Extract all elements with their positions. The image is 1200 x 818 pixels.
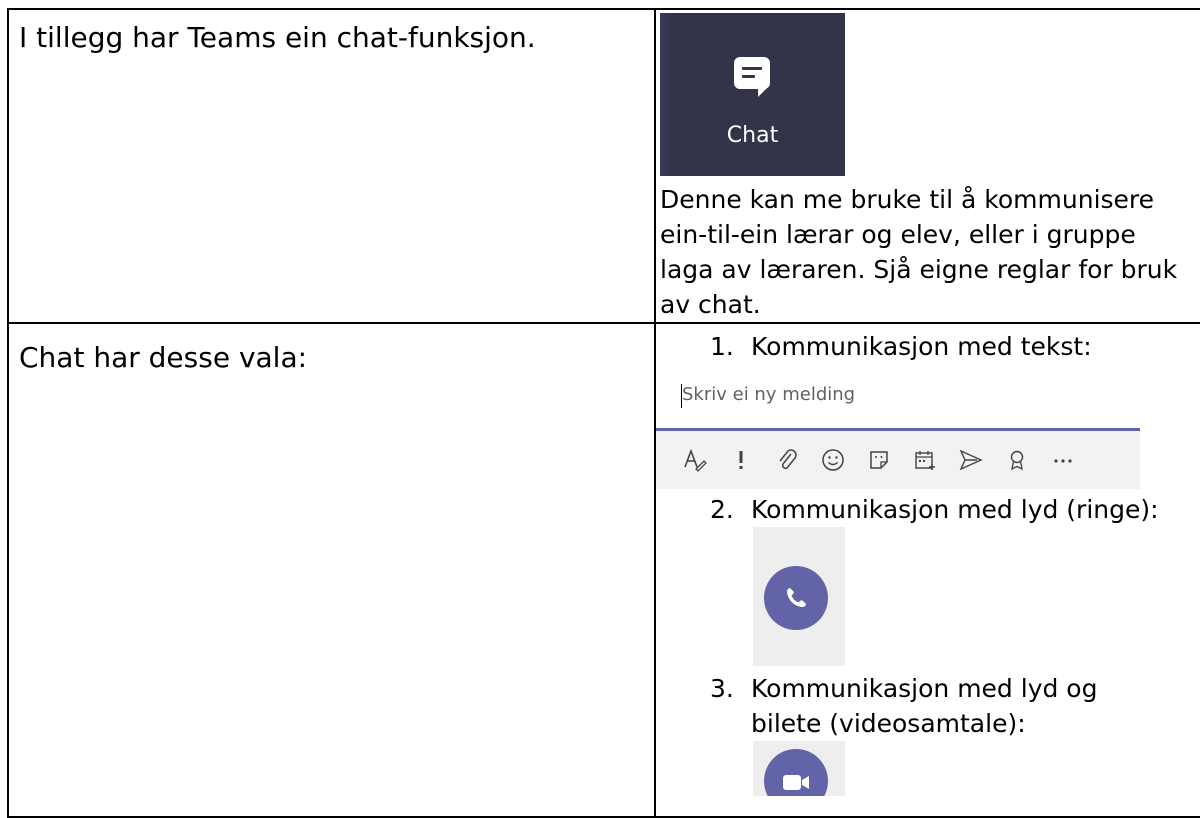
right-cell: 1. Kommunikasjon med tekst: Skriv ei ny … [654,322,1200,818]
chat-description: Denne kan me bruke til å kommunisere ein… [660,185,1178,319]
list-item: 1. Kommunikasjon med tekst: [656,329,1200,364]
video-tile [753,741,845,796]
phone-icon [787,588,806,607]
sticker-icon[interactable] [856,440,902,480]
important-icon[interactable] [718,440,764,480]
left-cell: I tillegg har Teams ein chat-funksjon. [7,8,656,324]
compose-toolbar [656,431,1140,489]
audio-call-button[interactable] [764,566,828,630]
right-cell: Chat Denne kan me bruke til å kommuniser… [654,8,1200,324]
praise-icon[interactable] [994,440,1040,480]
list-number: 1. [710,332,734,361]
attach-icon[interactable] [764,440,810,480]
options-heading: Chat har desse vala: [19,341,308,374]
chat-tile-label: Chat [726,123,779,148]
send-icon[interactable] [948,440,994,480]
list-text: Kommunikasjon med lyd og bilete (videosa… [751,674,1098,738]
list-number: 3. [710,674,734,703]
intro-text: I tillegg har Teams ein chat-funksjon. [19,21,536,54]
video-camera-icon [783,775,809,790]
emoji-icon[interactable] [810,440,856,480]
format-icon[interactable] [672,440,718,480]
chat-tile[interactable]: Chat [660,13,845,176]
compose-box: Skriv ei ny melding [656,370,1140,489]
message-input[interactable]: Skriv ei ny melding [656,370,1140,431]
document-table: I tillegg har Teams ein chat-funksjon. C… [7,8,1200,818]
table-row: I tillegg har Teams ein chat-funksjon. C… [7,8,1200,324]
list-item: 3. Kommunikasjon med lyd og bilete (vide… [656,671,1200,741]
call-tile [753,527,845,666]
video-call-button[interactable] [764,749,828,796]
table-row: Chat har desse vala: 1. Kommunikasjon me… [7,322,1200,818]
list-text: Kommunikasjon med tekst: [751,332,1092,361]
list-number: 2. [710,495,734,524]
message-placeholder: Skriv ei ny melding [682,384,856,405]
left-cell: Chat har desse vala: [7,322,656,818]
schedule-meeting-icon[interactable] [902,440,948,480]
list-text: Kommunikasjon med lyd (ringe): [751,495,1159,524]
list-item: 2. Kommunikasjon med lyd (ringe): [656,492,1200,527]
more-icon[interactable] [1040,440,1086,480]
